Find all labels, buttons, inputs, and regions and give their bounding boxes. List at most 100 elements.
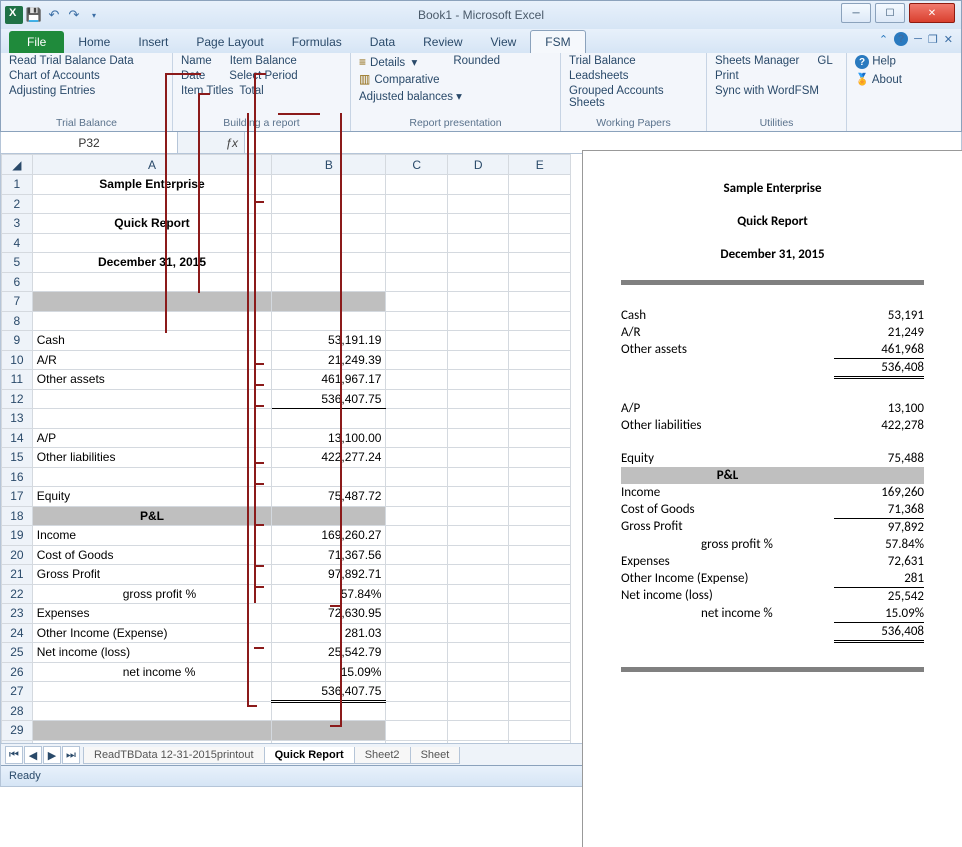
cell-b25[interactable]: 25,542.79 [272,643,386,663]
col-header-a[interactable]: A [32,155,271,175]
help-icon[interactable]: ? [894,32,908,46]
cmd-comparative[interactable]: ▥Comparative [359,72,552,86]
cell-a5[interactable]: December 31, 2015 [32,253,271,273]
cell-b14[interactable]: 13,100.00 [272,428,386,448]
sheet-tab-sheet3[interactable]: Sheet [410,747,461,764]
cmd-chart-accounts[interactable]: Chart of Accounts [9,70,164,82]
cell-a3[interactable]: Quick Report [32,214,271,234]
cmd-trial-balance[interactable]: Trial Balance [569,55,698,67]
cmd-name[interactable]: Name [181,55,212,67]
cmd-leadsheets[interactable]: Leadsheets [569,70,698,82]
cell-b20[interactable]: 71,367.56 [272,545,386,565]
qat-dropdown-icon[interactable]: ▾ [85,6,103,24]
cmd-print[interactable]: Print [715,70,838,82]
maximize-button[interactable]: ☐ [875,3,905,23]
printout-divider [621,280,924,285]
select-all-cell[interactable]: ◢ [2,155,33,175]
sheet-tab-sheet2[interactable]: Sheet2 [354,747,411,764]
cmd-item-titles[interactable]: Item Titles [181,85,233,97]
cmd-sheets-manager[interactable]: Sheets Manager [715,55,799,67]
group-building-report: Building a report [181,117,342,131]
cmd-select-period[interactable]: Select Period [229,70,297,82]
tab-data[interactable]: Data [356,31,409,53]
cell-b21[interactable]: 97,892.71 [272,565,386,585]
cell-a26[interactable]: net income % [32,662,271,682]
cmd-gl[interactable]: GL [817,55,832,67]
cell-a14[interactable]: A/P [32,428,271,448]
sheet-nav-first-icon[interactable]: ⏮ [5,746,23,764]
minimize-button[interactable]: ─ [841,3,871,23]
sheet-tab-quick-report[interactable]: Quick Report [264,747,355,764]
tab-page-layout[interactable]: Page Layout [182,31,277,53]
save-icon[interactable]: 💾 [25,6,43,24]
cell-b24[interactable]: 281.03 [272,623,386,643]
win-restore-icon[interactable]: ❐ [928,33,938,46]
cell-b27[interactable]: 536,407.75 [272,682,386,702]
group-report-presentation: Report presentation [359,117,552,131]
close-button[interactable]: ✕ [909,3,955,23]
cell-b10[interactable]: 21,249.39 [272,350,386,370]
cell-a17[interactable]: Equity [32,487,271,507]
group-utilities: Utilities [715,117,838,131]
cell-a20[interactable]: Cost of Goods [32,545,271,565]
cell-a1[interactable]: Sample Enterprise [32,175,271,195]
redo-icon[interactable]: ↷ [65,6,83,24]
tab-file[interactable]: File [9,31,64,53]
ribbon-minimize-icon[interactable]: ⌃ [879,33,888,46]
cmd-date[interactable]: Date [181,70,205,82]
tab-insert[interactable]: Insert [124,31,182,53]
tab-home[interactable]: Home [64,31,124,53]
tab-fsm[interactable]: FSM [530,30,585,53]
cell-a19[interactable]: Income [32,526,271,546]
name-box[interactable]: P32 [1,132,178,153]
cell-a21[interactable]: Gross Profit [32,565,271,585]
cell-b26[interactable]: 15.09% [272,662,386,682]
cmd-details[interactable]: ≡Details ▾ [359,55,417,69]
sheet-tab-readtb[interactable]: ReadTBData 12-31-2015printout [83,747,265,764]
cell-b22[interactable]: 57.84% [272,584,386,604]
cmd-grouped-accounts[interactable]: Grouped Accounts Sheets [569,85,698,109]
cell-a11[interactable]: Other assets [32,370,271,390]
sheet-nav-next-icon[interactable]: ▶ [43,746,61,764]
cmd-adj-entries[interactable]: Adjusting Entries [9,85,164,97]
cell-b17[interactable]: 75,487.72 [272,487,386,507]
win-min-icon[interactable]: ─ [914,33,922,45]
sheet-nav-prev-icon[interactable]: ◀ [24,746,42,764]
col-header-e[interactable]: E [509,155,571,175]
undo-icon[interactable]: ↶ [45,6,63,24]
window-title: Book1 - Microsoft Excel [1,8,961,22]
cell-a24[interactable]: Other Income (Expense) [32,623,271,643]
fx-label[interactable]: ƒx [178,132,245,153]
app-icon[interactable] [5,6,23,24]
cmd-rounded[interactable]: Rounded [453,55,500,69]
col-header-d[interactable]: D [447,155,509,175]
col-header-b[interactable]: B [272,155,386,175]
cell-a18[interactable]: P&L [32,506,271,526]
cell-a15[interactable]: Other liabilities [32,448,271,468]
sheet-nav-last-icon[interactable]: ⏭ [62,746,80,764]
tab-review[interactable]: Review [409,31,476,53]
cmd-item-balance[interactable]: Item Balance [230,55,297,67]
col-header-c[interactable]: C [386,155,448,175]
cmd-total[interactable]: Total [239,85,263,97]
cell-b23[interactable]: 72,630.95 [272,604,386,624]
cell-a9[interactable]: Cash [32,331,271,351]
cell-a25[interactable]: Net income (loss) [32,643,271,663]
cmd-sync-wordfsm[interactable]: Sync with WordFSM [715,85,838,97]
tab-view[interactable]: View [477,31,531,53]
cell-a23[interactable]: Expenses [32,604,271,624]
worksheet-grid[interactable]: ◢ A B C D E 1Sample Enterprise 2 3Quick … [1,154,571,760]
cell-b12[interactable]: 536,407.75 [272,389,386,409]
cell-a22[interactable]: gross profit % [32,584,271,604]
tab-formulas[interactable]: Formulas [278,31,356,53]
cell-b11[interactable]: 461,967.17 [272,370,386,390]
cmd-adj-balances[interactable]: Adjusted balances ▾ [359,89,552,103]
win-close-icon[interactable]: ✕ [944,33,953,46]
cmd-help[interactable]: ? Help [855,55,909,69]
cmd-read-tb[interactable]: Read Trial Balance Data [9,55,164,67]
cmd-about[interactable]: 🏅 About [855,72,909,86]
cell-a10[interactable]: A/R [32,350,271,370]
cell-b9[interactable]: 53,191.19 [272,331,386,351]
cell-b19[interactable]: 169,260.27 [272,526,386,546]
cell-b15[interactable]: 422,277.24 [272,448,386,468]
